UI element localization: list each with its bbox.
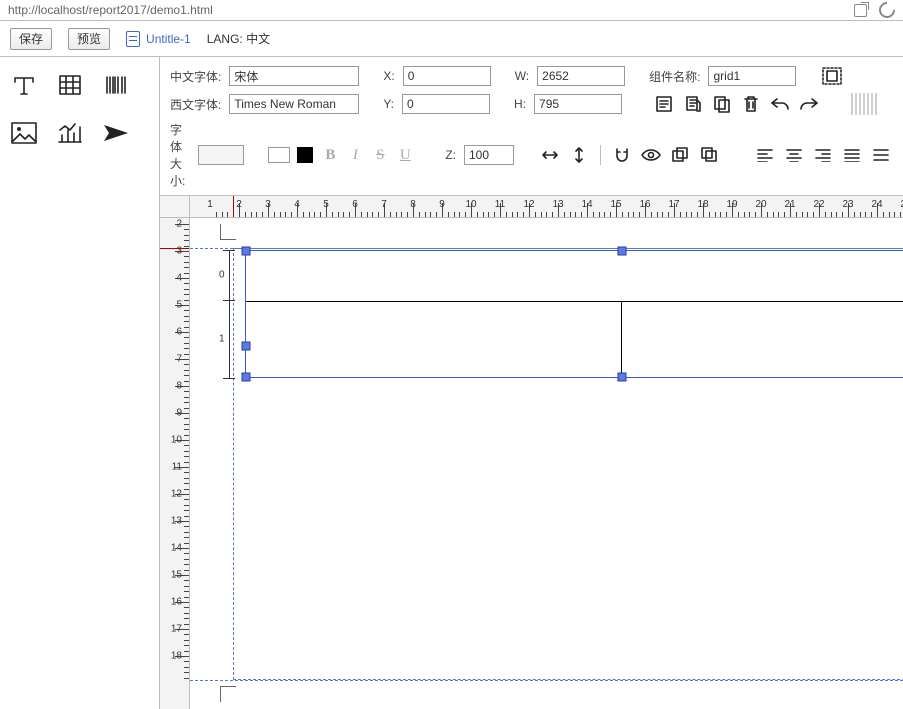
grid-col-line — [621, 301, 622, 379]
italic-button[interactable]: I — [345, 145, 365, 165]
border-color-swatch[interactable] — [268, 147, 290, 163]
crop-mark — [220, 686, 236, 702]
align-distribute-icon[interactable] — [869, 144, 893, 166]
handle-n[interactable] — [618, 247, 627, 256]
language-indicator: LANG: 中文 — [207, 30, 270, 47]
align-actions — [753, 144, 893, 166]
language-label: LANG: — [207, 32, 243, 46]
component-name-label: 组件名称: — [649, 68, 700, 85]
w-input[interactable] — [537, 66, 625, 86]
fill-color-swatch[interactable] — [297, 147, 313, 163]
h-input[interactable] — [534, 94, 622, 114]
band-guide-bottom — [190, 680, 903, 681]
font-en-label: 西文字体: — [170, 96, 221, 113]
visibility-icon[interactable] — [639, 144, 663, 166]
text-tool[interactable] — [10, 71, 38, 99]
language-value: 中文 — [246, 32, 270, 46]
document-actions — [652, 93, 821, 115]
handle-sw[interactable] — [242, 373, 251, 382]
x-input[interactable] — [403, 66, 491, 86]
transform-actions — [538, 144, 721, 166]
w-label: W: — [515, 69, 529, 83]
chart-tool[interactable] — [56, 119, 84, 147]
z-input[interactable] — [464, 145, 514, 165]
x-label: X: — [383, 69, 394, 83]
ruler-vertical: 23456789101112131415161718 — [160, 218, 190, 709]
tool-palette — [0, 57, 160, 709]
redo-icon[interactable] — [797, 93, 821, 115]
align-justify-icon[interactable] — [840, 144, 864, 166]
properties-icon[interactable] — [652, 93, 676, 115]
barcode-tool[interactable] — [102, 71, 130, 99]
ruler-corner — [160, 196, 190, 218]
ruler-horizontal: 1234567891011121314151617181920212223242… — [190, 196, 903, 218]
resize-horizontal-icon[interactable] — [538, 144, 562, 166]
magnet-icon[interactable] — [610, 144, 634, 166]
crop-mark — [220, 224, 236, 240]
grid-component[interactable] — [245, 250, 903, 378]
h-label: H: — [514, 97, 526, 111]
page[interactable]: 0 1 — [190, 218, 903, 709]
send-tool[interactable] — [102, 119, 130, 147]
document-title: Untitle-1 — [146, 32, 191, 46]
preview-button[interactable]: 预览 — [68, 28, 110, 50]
bold-button[interactable]: B — [320, 145, 340, 165]
align-right-icon[interactable] — [811, 144, 835, 166]
font-cn-label: 中文字体: — [170, 68, 221, 85]
underline-button[interactable]: U — [395, 145, 415, 165]
barcode-ghost-icon — [851, 93, 879, 115]
reload-icon[interactable] — [876, 0, 899, 21]
design-canvas[interactable]: 1234567891011121314151617181920212223242… — [160, 196, 903, 709]
handle-nw[interactable] — [242, 247, 251, 256]
save-button[interactable]: 保存 — [10, 28, 52, 50]
layer-backward-icon[interactable] — [697, 144, 721, 166]
document-tab[interactable]: Untitle-1 — [126, 31, 191, 47]
font-cn-input[interactable] — [229, 66, 359, 86]
resize-vertical-icon[interactable] — [567, 144, 591, 166]
font-size-input[interactable] — [198, 145, 244, 165]
document-icon — [126, 31, 140, 47]
address-text: http://localhost/report2017/demo1.html — [8, 3, 213, 17]
layer-forward-icon[interactable] — [668, 144, 692, 166]
undo-icon[interactable] — [768, 93, 792, 115]
align-center-icon[interactable] — [782, 144, 806, 166]
grid-row-line — [246, 301, 903, 302]
grid-tool[interactable] — [56, 71, 84, 99]
image-tool[interactable] — [10, 119, 38, 147]
page-setup-icon[interactable] — [820, 65, 844, 87]
address-bar: http://localhost/report2017/demo1.html — [0, 0, 903, 20]
band-guide-top — [190, 248, 903, 249]
top-toolbar: 保存 预览 Untitle-1 LANG: 中文 — [0, 21, 903, 57]
strike-button[interactable]: S — [370, 145, 390, 165]
component-name-input[interactable] — [708, 66, 796, 86]
clipboard-icon[interactable] — [681, 93, 705, 115]
window-fullscreen-icon[interactable] — [854, 4, 867, 17]
align-left-icon[interactable] — [753, 144, 777, 166]
font-size-label: 字体大小: — [170, 121, 190, 189]
z-label: Z: — [445, 148, 456, 162]
handle-s[interactable] — [618, 373, 627, 382]
y-input[interactable] — [402, 94, 490, 114]
copy-icon[interactable] — [710, 93, 734, 115]
font-en-input[interactable] — [229, 94, 359, 114]
handle-w[interactable] — [242, 341, 251, 350]
y-label: Y: — [383, 97, 394, 111]
delete-icon[interactable] — [739, 93, 763, 115]
properties-panel: 中文字体: X: W: 组件名称: — [160, 57, 903, 196]
